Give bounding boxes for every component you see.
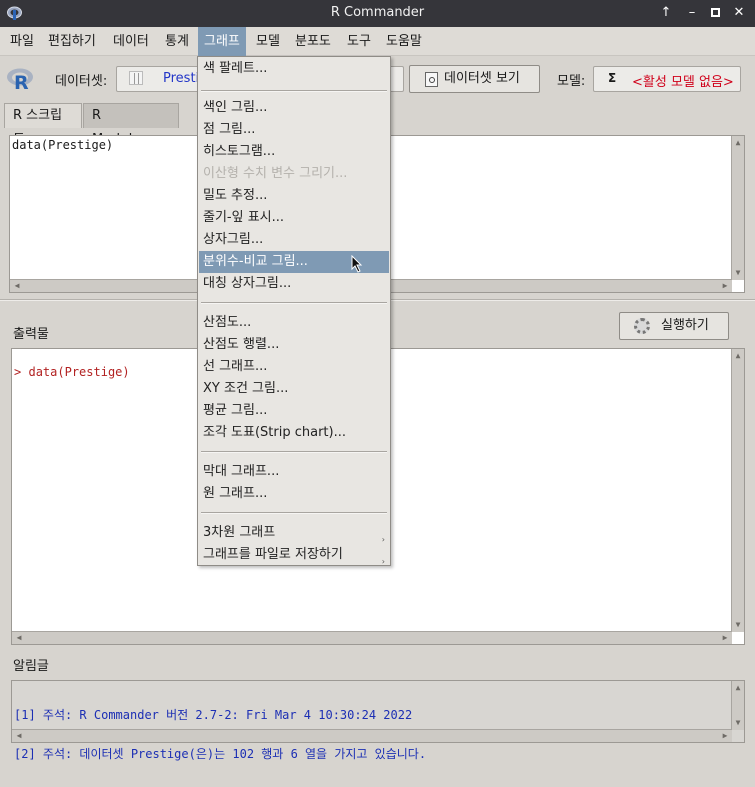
message-line: [2] 주석: 데이터셋 Prestige(은)는 102 행과 6 열을 가지… [14,747,427,761]
scroll-up-icon[interactable]: ▲ [732,682,744,694]
gear-icon [634,318,650,334]
close-button[interactable]: ✕ [731,5,747,21]
mouse-cursor-icon [351,255,363,273]
menu-item-bar-graph[interactable]: 막대 그래프... [199,461,389,483]
scroll-down-icon[interactable]: ▼ [732,267,744,279]
menu-item-symmetry-boxplot[interactable]: 대칭 상자그림... [199,273,389,295]
title-bar: R Commander ↑ – ✕ [0,0,755,27]
view-dataset-label: 데이터셋 보기 [444,71,520,86]
menu-item-save-graph-label: 그래프를 파일로 저장하기 [203,547,343,562]
model-label: 모델: [557,74,586,89]
menu-file[interactable]: 파일 [4,27,40,56]
scroll-down-icon[interactable]: ▼ [732,619,744,631]
model-value: <활성 모델 없음> [632,75,734,90]
menu-item-index-plot[interactable]: 색인 그림... [199,97,389,119]
menu-separator [201,90,387,92]
scroll-right-icon[interactable]: ▶ [719,280,731,292]
menu-item-xy-conditioning[interactable]: XY 조건 그림... [199,378,389,400]
tab-r-script[interactable]: R 스크립트 [4,103,82,147]
output-vertical-scrollbar[interactable]: ▲ ▼ [731,349,744,632]
scroll-right-icon[interactable]: ▶ [719,632,731,644]
graph-menu-dropdown: 색 팔레트... 색인 그림... 점 그림... 히스토그램... 이산형 수… [197,56,391,566]
script-text[interactable]: data(Prestige) [12,138,113,152]
submenu-arrow-icon: › [381,557,385,566]
messages-vertical-scrollbar[interactable]: ▲ ▼ [731,681,744,730]
messages-horizontal-scrollbar[interactable]: ◀ ▶ [12,729,732,742]
scroll-right-icon[interactable]: ▶ [719,730,731,742]
scroll-down-icon[interactable]: ▼ [732,717,744,729]
r-logo-icon: R [7,68,33,91]
messages-pane[interactable]: [1] 주석: R Commander 버전 2.7-2: Fri Mar 4 … [11,680,745,761]
messages-label: 알림글 [13,659,49,674]
output-command[interactable]: data(Prestige) [28,365,129,379]
menu-item-histogram[interactable]: 히스토그램... [199,141,389,163]
dataset-label: 데이터셋: [55,74,108,89]
menu-item-pie-chart[interactable]: 원 그래프... [199,483,389,505]
view-dataset-button[interactable]: 데이터셋 보기 [409,65,540,93]
menu-item-color-palette[interactable]: 색 팔레트... [199,58,389,80]
output-prompt: > [14,365,22,379]
sigma-icon: Σ [608,71,617,85]
view-document-icon [425,72,438,87]
menu-item-stem-leaf[interactable]: 줄기-잎 표시... [199,207,389,229]
menu-item-3d-graph[interactable]: 3차원 그래프 › [199,522,389,544]
menu-statistics[interactable]: 통계 [159,27,195,56]
model-selector[interactable]: Σ <활성 모델 없음> [593,66,741,92]
dataset-grid-icon [129,71,143,85]
menu-tools[interactable]: 도구 [341,27,377,56]
minimize-button[interactable]: – [684,5,700,21]
menu-item-plot-of-means[interactable]: 평균 그림... [199,400,389,422]
menu-separator [201,451,387,453]
scroll-left-icon[interactable]: ◀ [11,280,23,292]
output-horizontal-scrollbar[interactable]: ◀ ▶ [12,631,732,644]
menu-item-strip-chart[interactable]: 조각 도표(Strip chart)... [199,422,389,444]
menu-bar: 파일 편집하기 데이터 통계 그래프 모델 분포도 도구 도움말 [0,27,755,56]
menu-help[interactable]: 도움말 [380,27,428,56]
keep-above-button[interactable]: ↑ [658,5,674,21]
menu-item-qq-plot-label: 분위수-비교 그림... [203,254,308,269]
output-label: 출력물 [13,327,49,342]
window-title: R Commander [330,5,425,20]
menu-item-density-estimate[interactable]: 밀도 추정... [199,185,389,207]
menu-item-line-graph[interactable]: 선 그래프... [199,356,389,378]
menu-separator [201,302,387,304]
menu-item-boxplot[interactable]: 상자그림... [199,229,389,251]
scroll-up-icon[interactable]: ▲ [732,350,744,362]
menu-data[interactable]: 데이터 [107,27,155,56]
menu-item-discrete-plot: 이산형 수치 변수 그리기... [203,166,348,181]
maximize-button[interactable] [707,5,723,21]
menu-item-3d-graph-label: 3차원 그래프 [203,525,276,540]
scroll-up-icon[interactable]: ▲ [732,137,744,149]
menu-edit[interactable]: 편집하기 [42,27,102,56]
menu-item-scatterplot[interactable]: 산점도... [199,312,389,334]
menu-models[interactable]: 모델 [250,27,286,56]
run-button[interactable]: 실행하기 [619,312,729,340]
menu-graphs[interactable]: 그래프 [198,27,246,56]
script-vertical-scrollbar[interactable]: ▲ ▼ [731,136,744,280]
menu-separator [201,512,387,514]
run-button-label: 실행하기 [661,318,709,333]
menu-item-save-graph[interactable]: 그래프를 파일로 저장하기 › [199,544,389,566]
menu-item-scatterplot-matrix[interactable]: 산점도 행렬... [199,334,389,356]
scroll-left-icon[interactable]: ◀ [13,730,25,742]
scroll-left-icon[interactable]: ◀ [13,632,25,644]
tab-r-markdown[interactable]: R Markdown [83,103,179,147]
menu-item-dot-plot[interactable]: 점 그림... [199,119,389,141]
menu-item-qq-plot[interactable]: 분위수-비교 그림... [199,251,389,273]
menu-distributions[interactable]: 분포도 [289,27,337,56]
message-line: [1] 주석: R Commander 버전 2.7-2: Fri Mar 4 … [14,708,413,722]
svg-text:R: R [14,72,29,91]
